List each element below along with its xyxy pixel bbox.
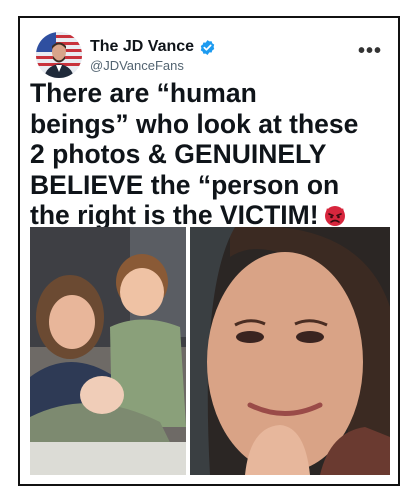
tweet-line: There are “human bbox=[30, 78, 257, 108]
tweet-line: the right is the VICTIM! bbox=[30, 200, 319, 230]
tweet-line: 2 photos & GENUINELY bbox=[30, 139, 327, 169]
tweet-card: The JD Vance @JDVanceFans ••• There are … bbox=[18, 16, 400, 486]
verified-badge-icon bbox=[199, 39, 216, 56]
tweet-line: beings” who look at these bbox=[30, 108, 359, 139]
woman-photo[interactable] bbox=[190, 227, 390, 475]
tweet-header: The JD Vance @JDVanceFans ••• bbox=[36, 32, 384, 78]
tweet-line-last: the right is the VICTIM! bbox=[30, 200, 398, 231]
tweet-media bbox=[30, 227, 390, 475]
more-options-icon[interactable]: ••• bbox=[358, 40, 382, 63]
angry-face-emoji-icon bbox=[323, 203, 347, 227]
profile-avatar[interactable] bbox=[36, 32, 82, 78]
name-row: The JD Vance bbox=[90, 38, 216, 56]
account-handle[interactable]: @JDVanceFans bbox=[90, 58, 184, 73]
tweet-line: BELIEVE the “person on bbox=[30, 169, 340, 200]
display-name[interactable]: The JD Vance bbox=[90, 38, 194, 56]
tweet-text: There are “human beings” who look at the… bbox=[30, 78, 398, 231]
children-photo[interactable] bbox=[30, 227, 186, 475]
